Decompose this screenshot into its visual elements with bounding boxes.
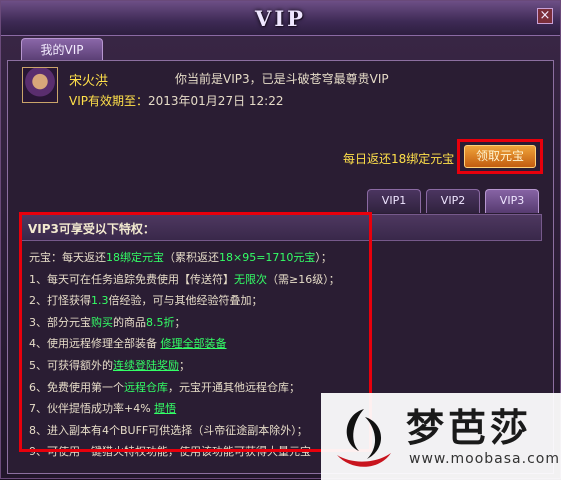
vip-status-text: 你当前是VIP3，已是斗破苍穹最尊贵VIP [175, 72, 389, 86]
watermark-name: 梦芭莎 [406, 405, 533, 450]
watermark-url: www.moobasa.com [409, 451, 560, 467]
tab-vip3[interactable]: VIP3 [485, 189, 539, 213]
tab-vip1[interactable]: VIP1 [367, 189, 421, 213]
expiry-label: VIP有效期至： [69, 94, 148, 108]
vip-expiry: VIP有效期至：2013年01月27日 12:22 [69, 92, 283, 109]
vip-window: VIP × 我的VIP 宋火洪 你当前是VIP3，已是斗破苍穹最尊贵VIP VI… [0, 0, 561, 480]
avatar [22, 67, 58, 103]
claim-ingot-button[interactable]: 领取元宝 [464, 145, 536, 168]
tab-vip2[interactable]: VIP2 [426, 189, 480, 213]
title-bar[interactable]: VIP × [1, 1, 560, 36]
expiry-value: 2013年01月27日 12:22 [148, 94, 284, 108]
tab-my-vip[interactable]: 我的VIP [21, 38, 103, 60]
perk-list-highlight [19, 212, 372, 452]
daily-reward-label: 每日返还18绑定元宝 [343, 152, 455, 166]
watermark-logo-icon [337, 409, 391, 467]
window-title: VIP [255, 6, 306, 31]
close-icon[interactable]: × [537, 8, 553, 24]
player-name: 宋火洪 [69, 74, 109, 89]
